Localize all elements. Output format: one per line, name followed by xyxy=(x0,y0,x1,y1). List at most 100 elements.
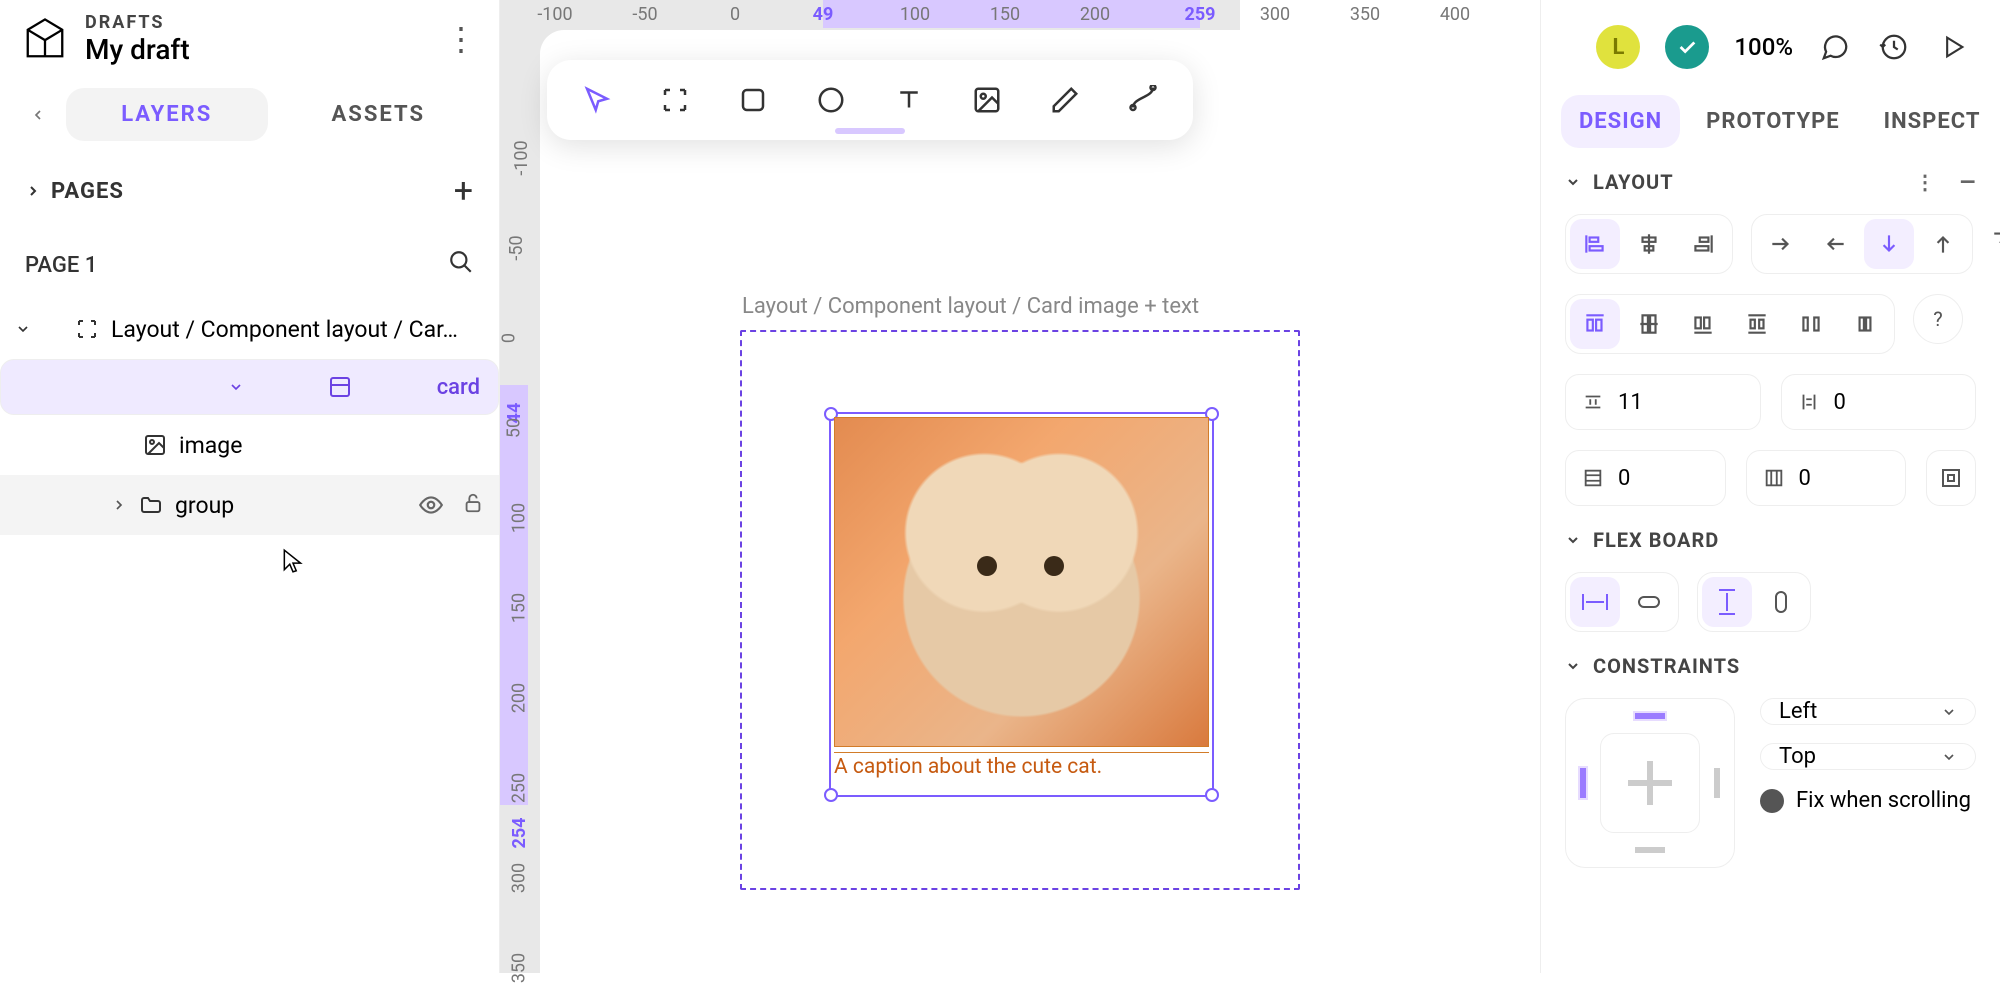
constraint-left[interactable] xyxy=(1580,768,1586,798)
board-outline[interactable]: Layout / Component layout / Card image +… xyxy=(740,330,1300,890)
justify-between-icon xyxy=(1744,311,1770,337)
tool-rectangle[interactable] xyxy=(731,78,775,122)
dir-row[interactable] xyxy=(1756,219,1806,269)
user-avatar-initial[interactable]: L xyxy=(1596,25,1640,69)
tool-text[interactable] xyxy=(887,78,931,122)
padding-expand-button[interactable] xyxy=(1926,450,1976,506)
canvas-area[interactable]: -100-50049100150200259300350400 -100-500… xyxy=(500,0,1240,973)
ruler-vertical: -100-5004450100150200250254300350 xyxy=(500,28,528,973)
left-sidebar: DRAFTS My draft ⋮ LAYERS ASSETS PAGES + … xyxy=(0,0,500,973)
hug-width-icon xyxy=(1635,591,1663,613)
chevron-right-icon[interactable] xyxy=(111,497,127,513)
tool-image[interactable] xyxy=(965,78,1009,122)
card-image[interactable] xyxy=(834,417,1209,747)
layout-menu-button[interactable]: ⋮ xyxy=(1915,170,1938,194)
dir-row-reverse[interactable] xyxy=(1810,219,1860,269)
file-menu-button[interactable]: ⋮ xyxy=(445,20,479,58)
sizing-hug-width[interactable] xyxy=(1624,577,1674,627)
status-indicator[interactable] xyxy=(1665,25,1709,69)
file-title[interactable]: My draft xyxy=(85,33,190,66)
unlock-icon[interactable] xyxy=(462,492,484,514)
constraint-top[interactable] xyxy=(1635,713,1665,719)
text-icon xyxy=(894,85,924,115)
search-layers-button[interactable] xyxy=(448,249,474,281)
pad-col-field[interactable] xyxy=(1746,450,1907,506)
dir-column-reverse[interactable] xyxy=(1918,219,1968,269)
sizing-fixed-width[interactable] xyxy=(1570,577,1620,627)
justify-between[interactable] xyxy=(1732,299,1782,349)
col-gap-field[interactable] xyxy=(1781,374,1977,430)
layer-label: image xyxy=(179,432,242,459)
layer-row-root[interactable]: Layout / Component layout / Car… xyxy=(0,299,499,359)
current-page-label[interactable]: PAGE 1 xyxy=(25,253,97,278)
tab-assets[interactable]: ASSETS xyxy=(278,88,480,141)
align-items-end[interactable] xyxy=(1678,219,1728,269)
constraint-bottom[interactable] xyxy=(1635,847,1665,853)
align-start-icon xyxy=(1582,231,1608,257)
ruler-tick: 300 xyxy=(509,863,530,893)
justify-start[interactable] xyxy=(1570,299,1620,349)
layout-help[interactable]: ? xyxy=(1913,294,1963,344)
constraint-center-h[interactable] xyxy=(1628,780,1672,786)
justify-end[interactable] xyxy=(1678,299,1728,349)
constraint-right[interactable] xyxy=(1714,768,1720,798)
comment-icon xyxy=(1820,32,1850,62)
justify-evenly[interactable] xyxy=(1840,299,1890,349)
card-caption-row[interactable]: A caption about the cute cat. xyxy=(834,752,1209,792)
constraint-h-select[interactable]: Left xyxy=(1760,698,1976,725)
tool-curve[interactable] xyxy=(1121,78,1165,122)
pad-row-input[interactable] xyxy=(1618,466,1678,491)
layer-row-image[interactable]: image xyxy=(0,415,499,475)
canvas-toolbar[interactable] xyxy=(547,60,1193,140)
sizing-hug-height[interactable] xyxy=(1756,577,1806,627)
align-items-start[interactable] xyxy=(1570,219,1620,269)
row-gap-field[interactable] xyxy=(1565,374,1761,430)
ruler-tick: 0 xyxy=(499,333,520,343)
visibility-icon[interactable] xyxy=(418,492,444,518)
dir-column[interactable] xyxy=(1864,219,1914,269)
folder-icon xyxy=(139,493,163,517)
panel-back-button[interactable] xyxy=(20,97,56,133)
app-logo[interactable] xyxy=(20,14,70,64)
tab-layers[interactable]: LAYERS xyxy=(66,88,268,141)
constraint-v-select[interactable]: Top xyxy=(1760,743,1976,770)
align-items-center[interactable] xyxy=(1624,219,1674,269)
tab-design[interactable]: DESIGN xyxy=(1561,95,1680,148)
tool-frame[interactable] xyxy=(653,78,697,122)
chevron-down-icon[interactable] xyxy=(228,379,244,395)
row-gap-input[interactable] xyxy=(1618,390,1678,415)
add-page-button[interactable]: + xyxy=(454,171,474,211)
fix-scrolling-checkbox[interactable]: Fix when scrolling xyxy=(1760,788,1976,813)
layer-label: Layout / Component layout / Car… xyxy=(111,316,458,343)
history-button[interactable] xyxy=(1877,30,1911,64)
canvas-frame[interactable]: Layout / Component layout / Card image +… xyxy=(540,30,1540,973)
tool-move[interactable] xyxy=(575,78,619,122)
toolbar-drag-handle[interactable] xyxy=(835,128,905,134)
tool-pencil[interactable] xyxy=(1043,78,1087,122)
chevron-down-icon[interactable] xyxy=(1565,532,1581,548)
col-gap-input[interactable] xyxy=(1834,390,1894,415)
tab-inspect[interactable]: INSPECT xyxy=(1866,95,1999,148)
justify-center[interactable] xyxy=(1624,299,1674,349)
tab-prototype[interactable]: PROTOTYPE xyxy=(1688,95,1858,148)
pad-row-field[interactable] xyxy=(1565,450,1726,506)
pad-col-input[interactable] xyxy=(1799,466,1859,491)
chevron-down-icon[interactable] xyxy=(1565,174,1581,190)
comments-button[interactable] xyxy=(1818,30,1852,64)
selection-box[interactable]: A caption about the cute cat. xyxy=(829,412,1214,797)
justify-around[interactable] xyxy=(1786,299,1836,349)
frame-label[interactable]: Layout / Component layout / Card image +… xyxy=(742,294,1199,319)
layer-row-card[interactable]: card xyxy=(0,359,499,415)
layout-collapse-button[interactable]: — xyxy=(1960,170,1976,194)
wrap-toggle[interactable] xyxy=(1991,214,2000,264)
chevron-down-icon[interactable] xyxy=(1565,658,1581,674)
zoom-level[interactable]: 100% xyxy=(1734,33,1793,61)
constraints-widget[interactable] xyxy=(1565,698,1735,868)
layer-row-group[interactable]: group xyxy=(0,475,499,535)
sizing-fixed-height[interactable] xyxy=(1702,577,1752,627)
tool-ellipse[interactable] xyxy=(809,78,853,122)
play-button[interactable] xyxy=(1936,30,1970,64)
chevron-down-icon[interactable] xyxy=(15,321,31,337)
pages-section-header[interactable]: PAGES + xyxy=(0,151,499,231)
justify-start-icon xyxy=(1582,311,1608,337)
